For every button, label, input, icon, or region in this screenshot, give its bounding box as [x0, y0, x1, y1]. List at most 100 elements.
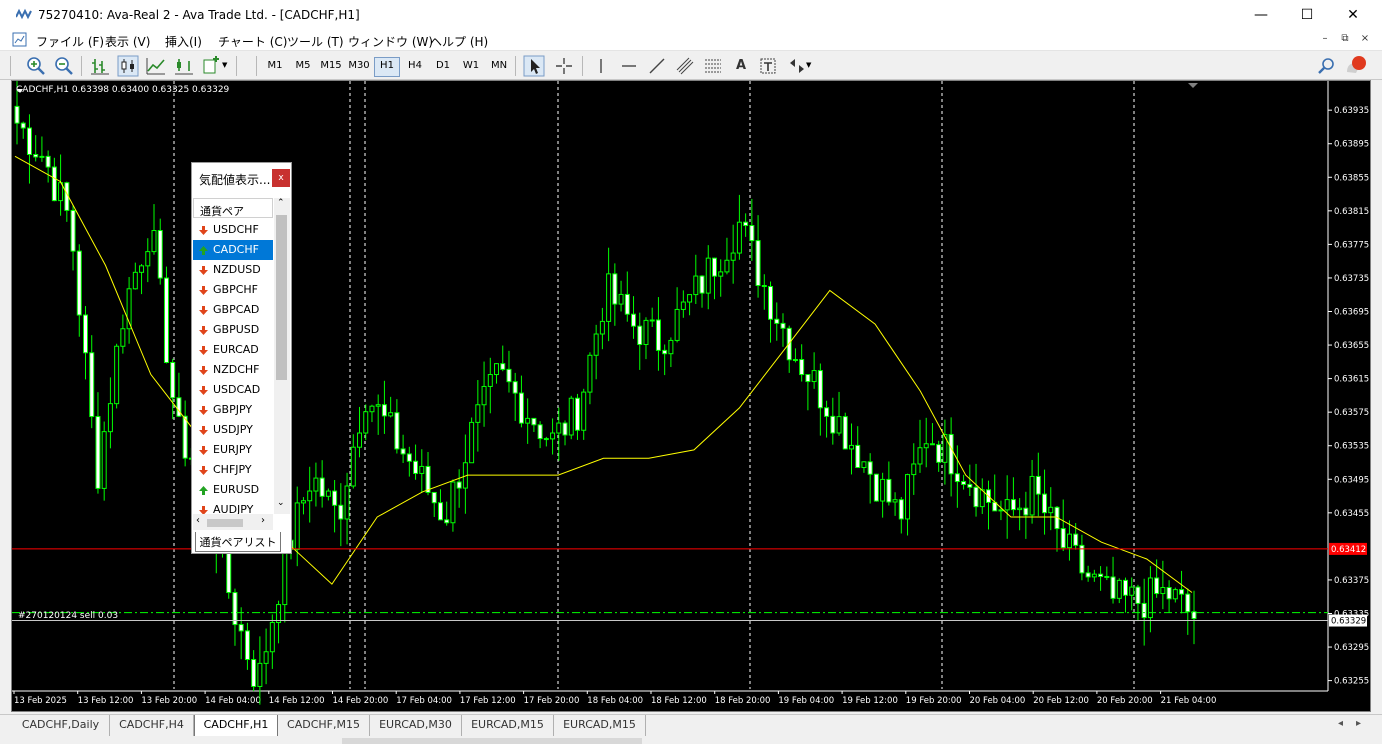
vertical-scroll-thumb[interactable] — [276, 215, 287, 380]
menu-window[interactable]: ウィンドウ (W) — [348, 33, 433, 50]
bearish-candle — [26, 127, 32, 156]
zoom-out-icon[interactable] — [53, 55, 75, 77]
scroll-left-icon[interactable]: ‹ — [196, 515, 200, 526]
symbol-row[interactable]: NZDUSD — [193, 260, 273, 280]
timeframe-mn[interactable]: MN — [486, 60, 512, 71]
tab-scroll-right-icon[interactable]: ▸ — [1356, 718, 1361, 729]
mdi-close-button[interactable]: × — [1357, 33, 1373, 44]
bid-price-label: 0.63412 — [1331, 545, 1366, 555]
menu-view[interactable]: 表示 (V) — [105, 33, 150, 50]
x-tick-label: 17 Feb 04:00 — [396, 696, 452, 706]
timeframe-h1[interactable]: H1 — [374, 57, 400, 77]
candlestick-chart-icon[interactable] — [117, 55, 139, 77]
chart-document-icon[interactable] — [12, 32, 27, 47]
mdi-minimize-button[interactable]: – — [1317, 33, 1333, 44]
channel-icon[interactable] — [674, 55, 696, 77]
bullish-candle — [357, 432, 363, 448]
bullish-candle — [1017, 507, 1023, 511]
menu-help[interactable]: ヘルプ (H) — [430, 33, 488, 50]
mdi-restore-button[interactable]: ⧉ — [1337, 33, 1353, 44]
tab-scroll-left-icon[interactable]: ◂ — [1338, 718, 1343, 729]
current-price-label: 0.63329 — [1331, 617, 1366, 627]
tab-cadchf-h1[interactable]: CADCHF,H1 — [194, 715, 278, 737]
zoom-in-icon[interactable] — [25, 55, 47, 77]
symbol-row[interactable]: USDCHF — [193, 220, 273, 240]
line-chart-icon[interactable] — [145, 55, 167, 77]
bullish-candle — [668, 339, 674, 355]
tab-eurcad-m15-2[interactable]: EURCAD,M15 — [554, 715, 646, 737]
close-icon: ✕ — [1347, 7, 1359, 23]
timeframe-d1[interactable]: D1 — [430, 60, 456, 71]
bullish-candle — [145, 251, 151, 267]
tab-eurcad-m15[interactable]: EURCAD,M15 — [462, 715, 554, 737]
bullish-candle — [1172, 589, 1178, 600]
tab-eurcad-m30[interactable]: EURCAD,M30 — [370, 715, 462, 737]
crosshair-icon[interactable] — [553, 55, 575, 77]
symbol-row[interactable]: EURJPY — [193, 440, 273, 460]
symbol-row[interactable]: GBPJPY — [193, 400, 273, 420]
timeframe-m30[interactable]: M30 — [346, 60, 372, 71]
order-label: #270120124 sell 0.03 — [18, 611, 119, 621]
bullish-candle — [687, 294, 693, 303]
price-down-icon — [199, 326, 208, 335]
maximize-button[interactable]: ☐ — [1284, 0, 1330, 30]
scroll-down-icon[interactable]: ⌄ — [277, 498, 285, 508]
symbol-row[interactable]: CADCHF — [193, 240, 273, 260]
symbol-row[interactable]: USDJPY — [193, 420, 273, 440]
close-window-button[interactable]: ✕ — [1330, 0, 1376, 30]
timeframe-h4[interactable]: H4 — [402, 60, 428, 71]
symbol-row[interactable]: EURCAD — [193, 340, 273, 360]
symbol-row[interactable]: GBPCAD — [193, 300, 273, 320]
menu-tools[interactable]: ツール (T) — [287, 33, 344, 50]
scroll-up-icon[interactable]: ⌃ — [277, 198, 285, 208]
arrows-icon[interactable] — [786, 55, 808, 77]
bullish-candle — [1147, 577, 1153, 619]
fibonacci-icon[interactable] — [702, 55, 724, 77]
symbol-column-header[interactable]: 通貨ペア — [193, 198, 273, 218]
tab-cadchf-h4[interactable]: CADCHF,H4 — [110, 715, 194, 737]
text-label-icon[interactable] — [757, 55, 779, 77]
bullish-candle — [469, 421, 475, 464]
trendline-icon[interactable] — [646, 55, 668, 77]
market-watch-close-button[interactable]: x — [272, 169, 290, 187]
cursor-icon[interactable] — [523, 55, 545, 77]
minimize-button[interactable]: — — [1238, 0, 1284, 30]
symbol-row[interactable]: GBPUSD — [193, 320, 273, 340]
tab-cadchf-daily[interactable]: CADCHF,Daily — [12, 715, 110, 737]
timeframe-m1[interactable]: M1 — [262, 60, 288, 71]
new-chart-icon[interactable] — [201, 55, 223, 77]
symbol-row[interactable]: USDCAD — [193, 380, 273, 400]
menu-chart[interactable]: チャート (C) — [218, 33, 287, 50]
notification-icon[interactable] — [1344, 55, 1366, 77]
horizontal-line-icon[interactable] — [618, 55, 640, 77]
symbols-tab[interactable]: 通貨ペアリスト — [195, 532, 281, 552]
toolbar: ▼ M1 M5 M15 M30 H1 H4 D1 W1 MN A ▼ 1 — [0, 52, 1382, 117]
maximize-icon: ☐ — [1300, 7, 1314, 23]
bearish-candle — [624, 293, 630, 315]
vertical-line-icon[interactable] — [590, 55, 612, 77]
bar-chart-icon[interactable] — [89, 55, 111, 77]
x-tick-label: 20 Feb 20:00 — [1097, 696, 1153, 706]
symbol-row[interactable]: EURUSD — [193, 480, 273, 500]
symbol-name: CHFJPY — [213, 463, 252, 476]
price-up-icon — [199, 246, 208, 255]
search-icon[interactable] — [1316, 55, 1338, 77]
scroll-right-icon[interactable]: › — [261, 515, 265, 526]
tab-cadchf-m15[interactable]: CADCHF,M15 — [278, 715, 370, 737]
horizontal-scroll-thumb[interactable] — [207, 519, 243, 527]
menu-insert[interactable]: 挿入(I) — [165, 33, 202, 50]
bullish-candle — [525, 417, 531, 424]
symbol-row[interactable]: CHFJPY — [193, 460, 273, 480]
chart-header: CADCHF,H1 0.63398 0.63400 0.63325 0.6332… — [16, 85, 230, 95]
bearish-candle — [14, 105, 20, 124]
chart-shift-icon[interactable] — [173, 55, 195, 77]
timeframe-m15[interactable]: M15 — [318, 60, 344, 71]
text-tool-icon[interactable]: A — [730, 58, 752, 80]
symbol-row[interactable]: GBPCHF — [193, 280, 273, 300]
bullish-candle — [388, 412, 394, 417]
timeframe-m5[interactable]: M5 — [290, 60, 316, 71]
y-tick-label: 0.63455 — [1334, 509, 1369, 519]
timeframe-w1[interactable]: W1 — [458, 60, 484, 71]
symbol-row[interactable]: NZDCHF — [193, 360, 273, 380]
menu-file[interactable]: ファイル (F) — [36, 33, 104, 50]
